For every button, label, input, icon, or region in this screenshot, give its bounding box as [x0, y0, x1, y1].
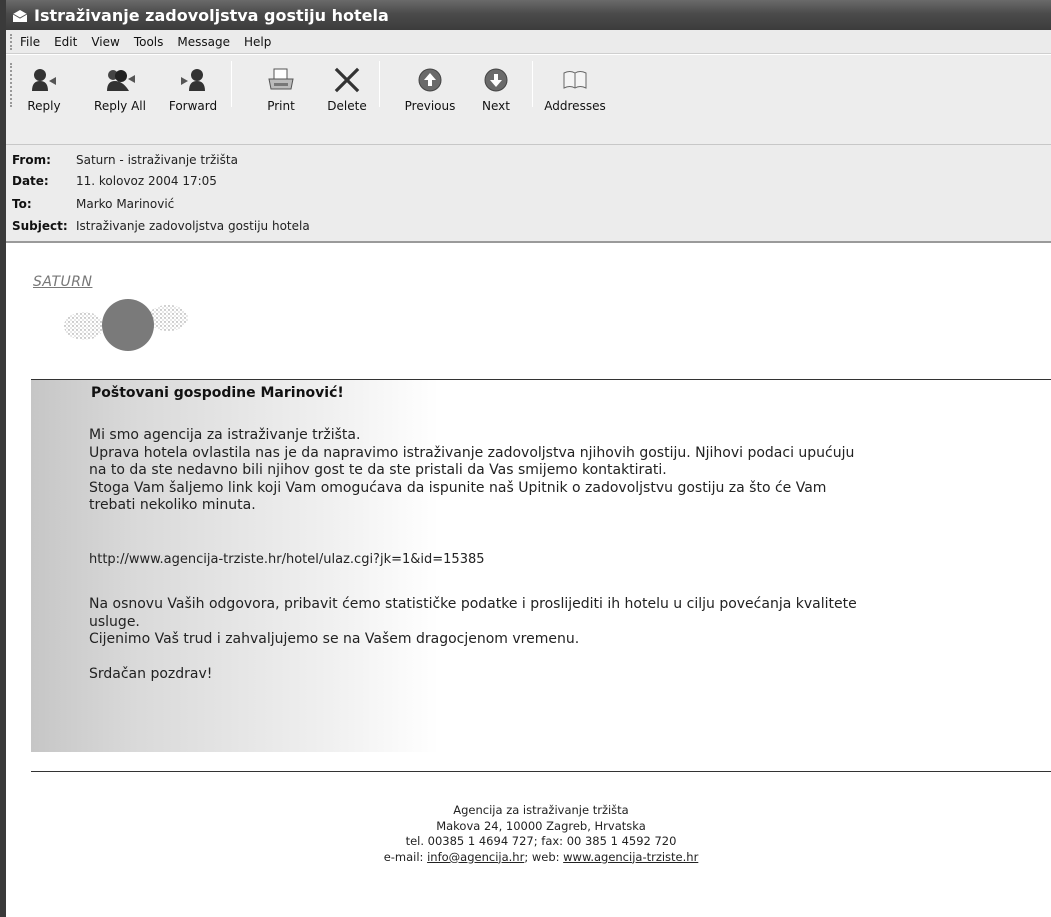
previous-button[interactable]: Previous [400, 57, 460, 113]
web-link[interactable]: www.agencija-trziste.hr [563, 850, 698, 864]
menu-view[interactable]: View [91, 35, 119, 49]
addresses-button[interactable]: Addresses [542, 57, 608, 113]
date-value: 11. kolovoz 2004 17:05 [76, 174, 217, 188]
email-prefix: e-mail: [383, 849, 428, 864]
next-button[interactable]: Next [475, 57, 517, 113]
web-prefix: ; web: [524, 849, 564, 864]
saturn-logo-icon [56, 293, 196, 363]
reply-all-label: Reply All [94, 99, 146, 113]
footer-address: Makova 24, 10000 Zagreb, Hrvatska [436, 818, 646, 833]
next-label: Next [482, 99, 510, 113]
footer-phone: tel. 00385 1 4694 727; fax: 00 385 1 459… [405, 834, 677, 848]
address-book-icon [561, 67, 589, 93]
window-title: Istraživanje zadovoljstva gostiju hotela [34, 5, 389, 25]
followup-paragraph: Na osnovu Vaših odgovora, pribavit ćemo … [89, 596, 857, 647]
from-label: From: [12, 153, 51, 167]
menu-tools[interactable]: Tools [134, 35, 164, 49]
greeting-heading: Poštovani gospodine Marinović! [91, 385, 344, 401]
from-row: From: Saturn - istraživanje tržišta [12, 151, 238, 169]
menubar-grip [10, 34, 13, 50]
letter-content: Poštovani gospodine Marinović! Mi smo ag… [31, 380, 1051, 752]
printer-icon [266, 67, 296, 93]
reply-all-icon [103, 67, 137, 93]
saturn-logo-link[interactable]: SATURN [33, 274, 92, 290]
previous-label: Previous [404, 99, 456, 113]
reply-icon [29, 67, 59, 93]
to-row: To: Marko Marinović [12, 195, 174, 213]
print-button[interactable]: Print [259, 57, 303, 113]
toolbar-grip [10, 63, 13, 107]
footer-company: Agencija za istraživanje tržišta [453, 803, 629, 817]
forward-button[interactable]: Forward [164, 57, 222, 113]
delete-label: Delete [327, 99, 367, 113]
toolbar-separator [231, 61, 232, 107]
delete-button[interactable]: Delete [324, 57, 370, 113]
from-value: Saturn - istraživanje tržišta [76, 153, 238, 167]
menu-file[interactable]: File [20, 35, 40, 49]
reply-label: Reply [27, 99, 61, 113]
toolbar-separator [379, 61, 380, 107]
date-row: Date: 11. kolovoz 2004 17:05 [12, 172, 217, 190]
forward-label: Forward [168, 99, 218, 113]
to-value: Marko Marinović [76, 197, 175, 211]
subject-label: Subject: [12, 219, 68, 233]
arrow-down-circle-icon [483, 67, 509, 93]
bottom-divider [31, 771, 1051, 772]
forward-icon [178, 67, 208, 93]
survey-link[interactable]: http://www.agencija-trziste.hr/hotel/ula… [89, 552, 485, 567]
menu-message[interactable]: Message [177, 35, 230, 49]
footer: Agencija za istraživanje tržišta Makova … [31, 803, 1051, 865]
toolbar: Reply Reply All Forward Print Delete Pre… [6, 55, 1051, 145]
toolbar-separator [532, 61, 533, 107]
email-link[interactable]: info@agencija.hr [427, 850, 524, 864]
addresses-label: Addresses [544, 99, 606, 113]
title-bar: Istraživanje zadovoljstva gostiju hotela [6, 0, 1051, 30]
menu-help[interactable]: Help [244, 35, 271, 49]
subject-value: Istraživanje zadovoljstva gostiju hotela [76, 219, 310, 233]
email-window: Istraživanje zadovoljstva gostiju hotela… [0, 0, 1051, 917]
arrow-up-circle-icon [417, 67, 443, 93]
footer-contact-line: e-mail: info@agencija.hr; web: www.agenc… [31, 850, 1051, 866]
reply-all-button[interactable]: Reply All [88, 57, 152, 113]
envelope-icon [12, 8, 28, 22]
message-header: From: Saturn - istraživanje tržišta Date… [6, 145, 1051, 243]
message-body: SATURN Poštovani gospodine Marinović! Mi… [6, 245, 1051, 917]
closing-text: Srdačan pozdrav! [89, 666, 213, 682]
date-label: Date: [12, 174, 49, 188]
delete-x-icon [333, 67, 361, 93]
menu-bar: File Edit View Tools Message Help [6, 30, 1051, 54]
menu-edit[interactable]: Edit [54, 35, 77, 49]
to-label: To: [12, 197, 32, 211]
print-label: Print [267, 99, 295, 113]
reply-button[interactable]: Reply [24, 57, 64, 113]
subject-row: Subject: Istraživanje zadovoljstva gosti… [12, 217, 310, 235]
intro-paragraph: Mi smo agencija za istraživanje tržišta.… [89, 427, 855, 513]
